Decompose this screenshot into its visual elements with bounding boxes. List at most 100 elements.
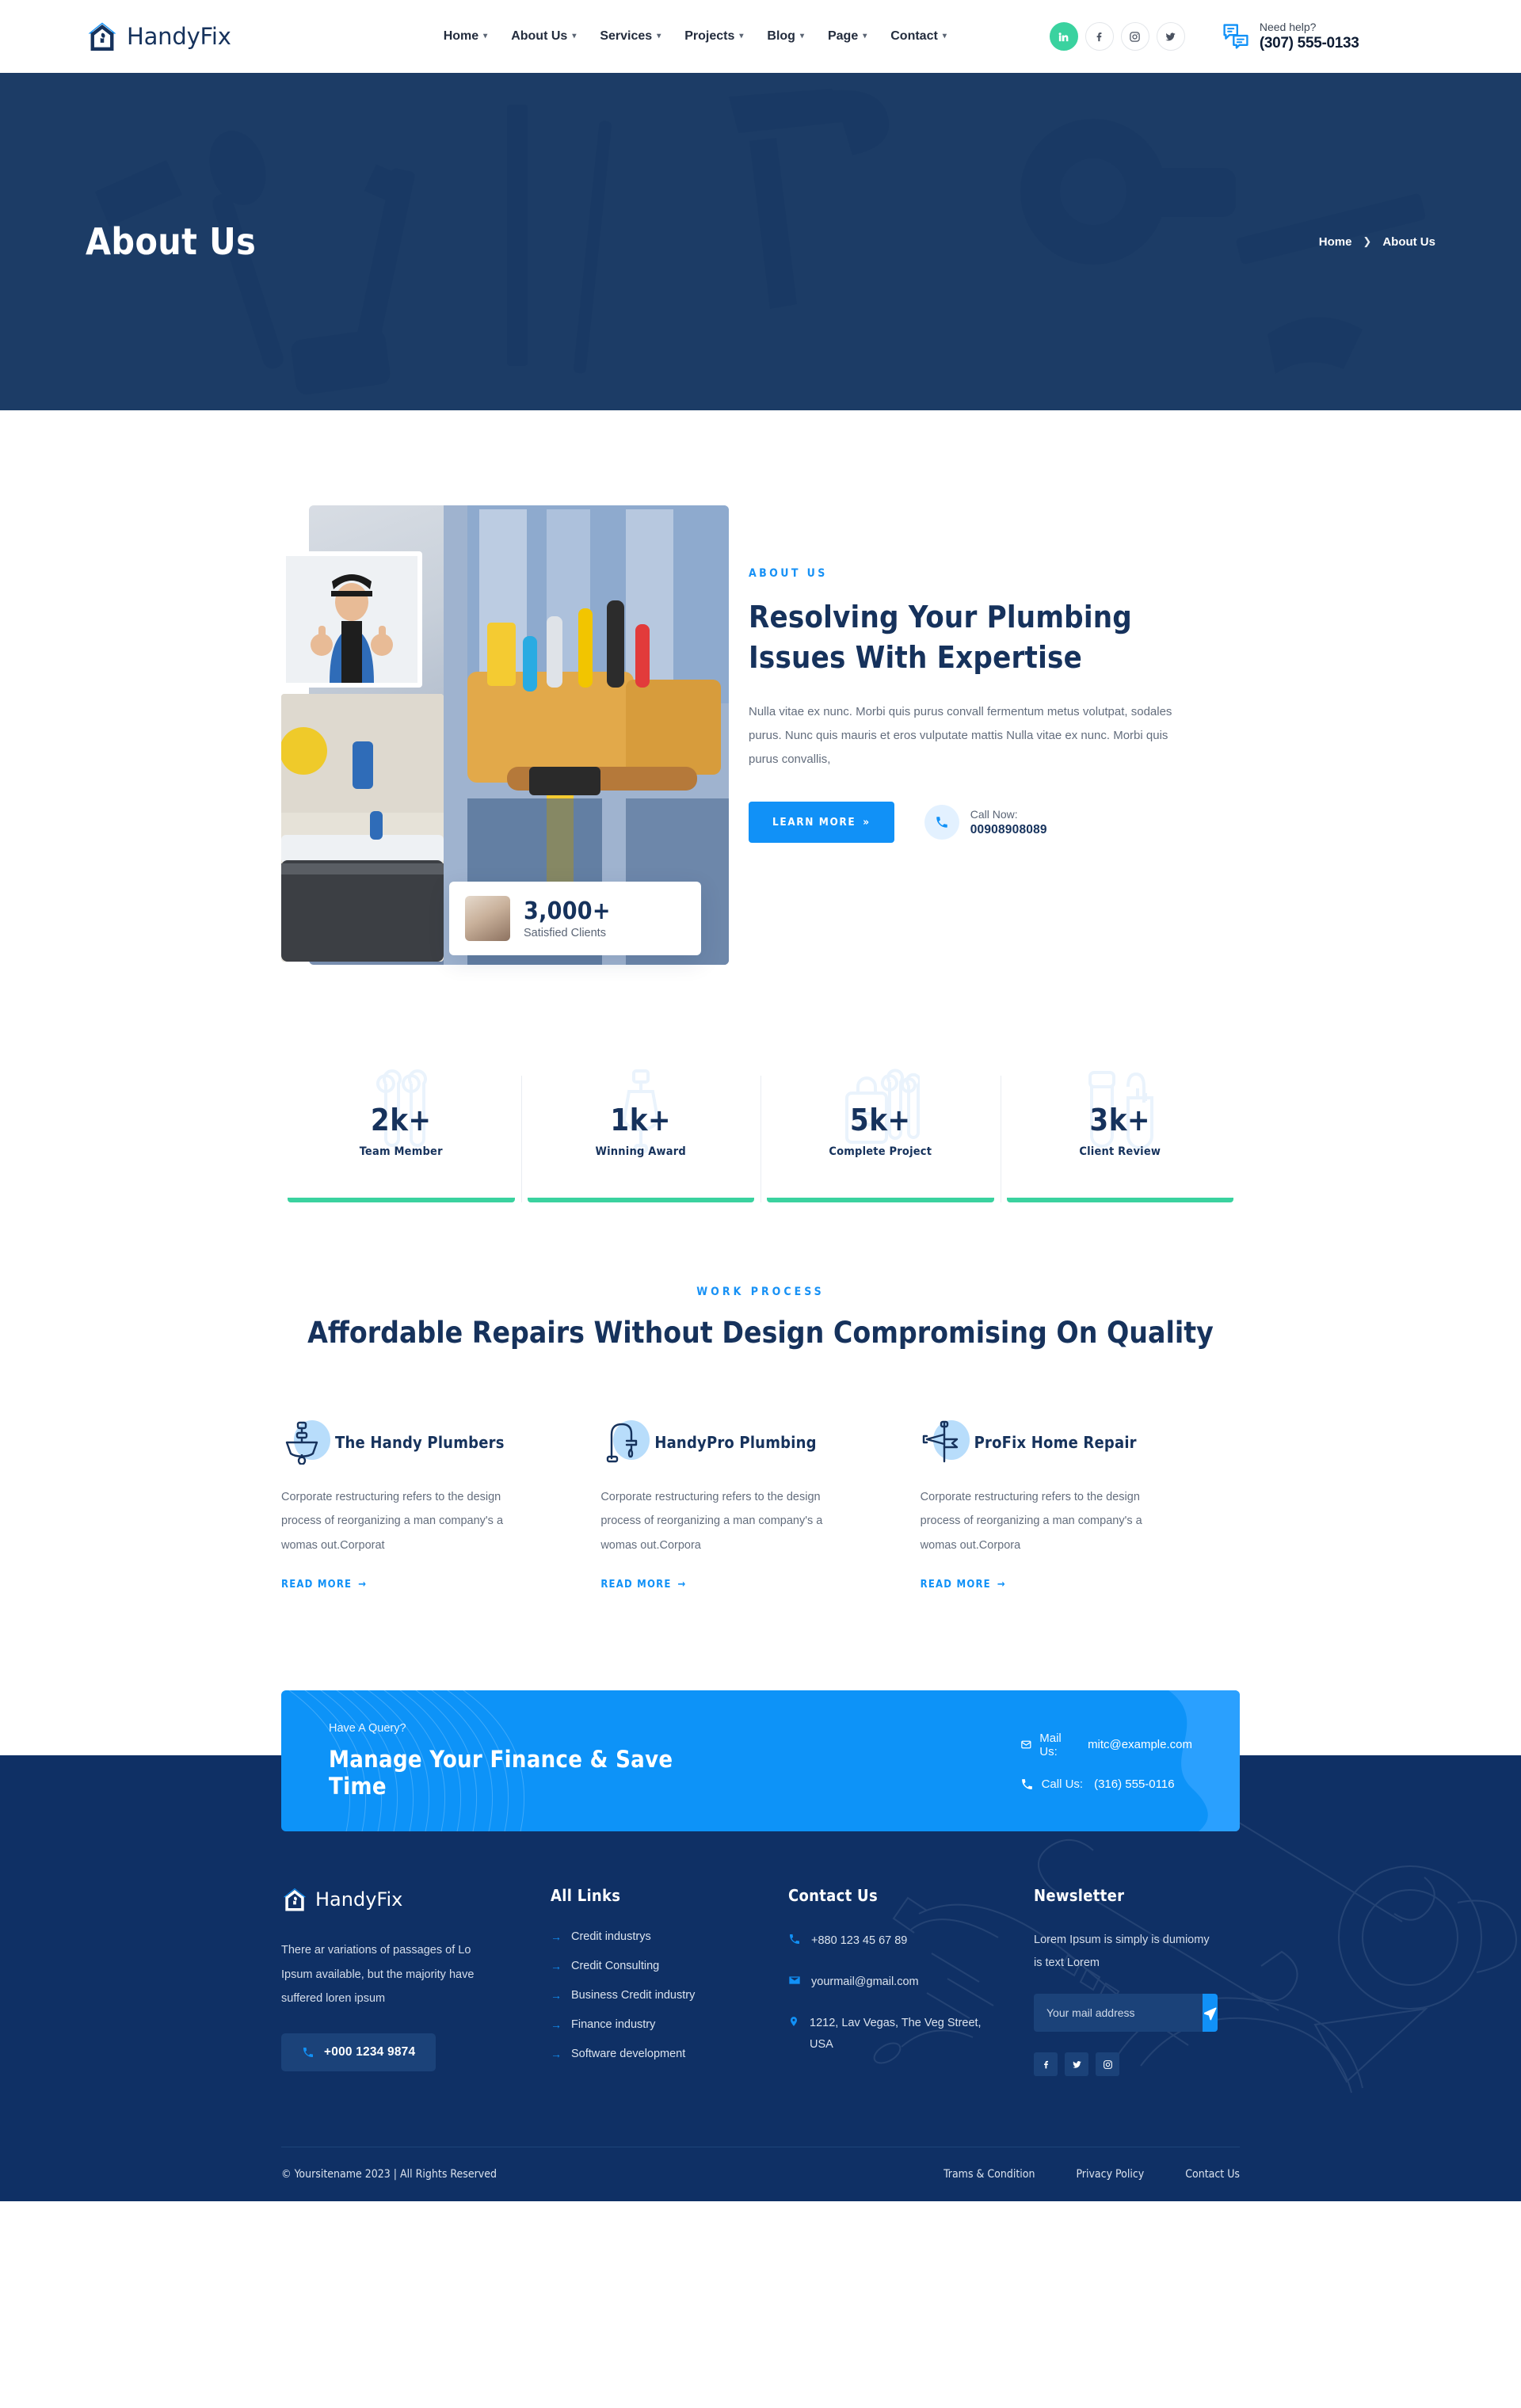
footer-phone-button[interactable]: +000 1234 9874 [281,2033,436,2071]
mail-icon [1020,1740,1031,1749]
read-more-link[interactable]: READ MORE → [921,1579,1006,1591]
nav-item-blog[interactable]: Blog ▾ [767,29,804,44]
site-logo[interactable]: HandyFix [86,20,231,53]
linkedin-icon[interactable] [1049,22,1078,51]
footer-contact-address: 1212, Lav Vegas, The Veg Street, USA [788,2013,988,2056]
nav-label: Projects [684,29,735,43]
about-eyebrow: ABOUT US [749,567,828,580]
call-now-number[interactable]: 00908908089 [970,823,1047,837]
bottom-link-terms[interactable]: Trams & Condition [943,2168,1035,2181]
counter-number: 3k+ [1089,1103,1151,1137]
thumbs-up-worker-photo [281,551,422,688]
nav-item-projects[interactable]: Projects ▾ [684,29,743,44]
footer-contact-value: yourmail@gmail.com [811,1976,919,1989]
counter-complete-project: 5k+ Complete Project [760,1069,1001,1202]
read-more-label: READ MORE [281,1579,353,1591]
counter-team-member: 2k+ Team Member [281,1069,521,1202]
counter-number: 1k+ [610,1103,672,1137]
service-title: The Handy Plumbers [335,1433,505,1453]
cta-call-value[interactable]: (316) 555-0116 [1094,1777,1174,1791]
main-nav: Home ▾ About Us ▾ Services ▾ Projects ▾ … [444,29,947,44]
phone-icon [303,2047,313,2057]
twitter-icon[interactable] [1065,2052,1088,2077]
about-image-collage: 3,000+ Satisfied Clients [281,505,729,965]
mail-icon [788,1973,801,1995]
call-now-block[interactable]: Call Now: 00908908089 [924,805,1047,840]
newsletter-email-input[interactable] [1034,1994,1203,2033]
nav-item-contact[interactable]: Contact ▾ [890,29,947,44]
breadcrumb-home[interactable]: Home [1319,235,1352,249]
cta-call-row[interactable]: Call Us: (316) 555-0116 [1020,1777,1192,1791]
breadcrumb: Home ❯ About Us [1319,235,1435,249]
header-social-links [1049,22,1185,51]
copyright-text: © Yoursitename 2023 | All Rights Reserve… [281,2168,497,2181]
page-hero-banner: About Us Home ❯ About Us [0,73,1521,410]
nav-item-page[interactable]: Page ▾ [828,29,867,44]
instagram-icon[interactable] [1096,2052,1119,2077]
nav-label: About Us [511,29,568,43]
counters-section: 2k+ Team Member 1k+ Winning Award 5k+ Co… [0,965,1521,1202]
footer-logo[interactable]: HandyFix [281,1886,551,1913]
need-help-phone[interactable]: (307) 555-0133 [1260,34,1359,53]
footer-bottom-bar: © Yoursitename 2023 | All Rights Reserve… [281,2147,1240,2201]
twitter-icon[interactable] [1156,22,1185,51]
counter-number: 2k+ [370,1103,432,1137]
counter-bar [1006,1198,1233,1202]
footer-link-label: Business Credit industry [571,1989,696,2002]
arrow-right-icon: → [677,1579,687,1591]
footer-social-links [1034,2052,1240,2077]
footer-link-software-development[interactable]: → Software development [551,2048,788,2060]
read-more-link[interactable]: READ MORE → [281,1579,367,1591]
location-icon [788,2014,799,2036]
chevron-down-icon: ▾ [739,32,744,40]
read-more-label: READ MORE [600,1579,672,1591]
footer-link-business-credit-industry[interactable]: → Business Credit industry [551,1989,788,2002]
footer-link-finance-industry[interactable]: → Finance industry [551,2018,788,2031]
nav-label: Contact [890,29,938,43]
read-more-link[interactable]: READ MORE → [600,1579,686,1591]
counter-bar [767,1198,994,1202]
breadcrumb-current: About Us [1382,234,1435,249]
facebook-icon[interactable] [1034,2052,1058,2077]
footer-link-label: Software development [571,2048,686,2061]
nav-label: Page [827,29,859,43]
footer-link-credit-industrys[interactable]: → Credit industrys [551,1930,788,1943]
avatar [465,896,510,941]
nav-item-services[interactable]: Services ▾ [600,29,661,44]
satisfied-clients-card: 3,000+ Satisfied Clients [449,882,701,955]
about-heading: Resolving Your Plumbing Issues With Expe… [749,600,1132,675]
chevron-right-icon: ❯ [1363,235,1372,247]
footer-contact-email[interactable]: yourmail@gmail.com [788,1972,988,1995]
house-wrench-logo-icon [88,22,116,51]
facebook-icon[interactable] [1085,22,1114,51]
newsletter-submit-button[interactable] [1203,1994,1218,2033]
about-text-block: ABOUT US Resolving Your Plumbing Issues … [749,505,1192,844]
bottom-link-privacy[interactable]: Privacy Policy [1076,2168,1144,2181]
footer-link-credit-consulting[interactable]: → Credit Consulting [551,1960,788,1972]
need-help-block[interactable]: Need help? (307) 555-0133 [1222,21,1359,53]
phone-icon [924,805,959,840]
sink-icon [285,1421,318,1465]
footer-brand-column: HandyFix There ar variations of passages… [281,1886,551,2077]
footer-contact-value: +880 123 45 67 89 [811,1934,908,1948]
chat-bubbles-icon [1223,24,1248,49]
chevron-down-icon: ▾ [863,32,867,40]
counter-winning-award: 1k+ Winning Award [520,1069,761,1202]
learn-more-button[interactable]: LEARN MORE » [749,802,894,844]
cta-mail-row[interactable]: Mail Us: mitc@example.com [1020,1732,1192,1758]
footer-newsletter-title: Newsletter [1034,1886,1125,1906]
bottom-link-contact[interactable]: Contact Us [1185,2168,1240,2181]
logo-text: HandyFix [127,23,231,50]
instagram-icon[interactable] [1120,22,1149,51]
phone-icon [788,1932,801,1953]
nav-item-home[interactable]: Home ▾ [444,29,487,44]
cta-heading: Manage Your Finance & Save Time [329,1746,673,1800]
arrow-right-icon: → [551,1989,562,2002]
toolbox-photo [281,694,444,962]
nav-item-about-us[interactable]: About Us ▾ [511,29,576,44]
counter-label: Winning Award [595,1145,686,1158]
footer-contact-phone[interactable]: +880 123 45 67 89 [788,1930,988,1953]
chevron-down-icon: ▾ [483,32,488,40]
cta-mail-value[interactable]: mitc@example.com [1088,1738,1192,1751]
worker-illustration [286,556,417,683]
